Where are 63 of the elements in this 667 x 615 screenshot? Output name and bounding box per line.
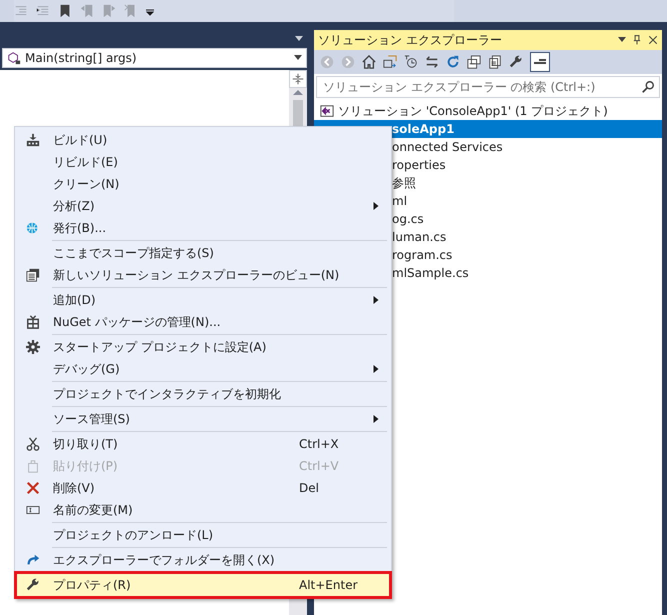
show-all-files-icon [488,55,502,69]
menu-item[interactable]: プロジェクトでインタラクティブを初期化 [17,383,389,405]
forward-icon [341,55,355,69]
panel-title: ソリューション エクスプローラー [318,32,502,48]
paste-icon [26,459,40,473]
menu-item[interactable]: 追加(D) [17,289,389,311]
menu-item[interactable]: 切り取り(T) Ctrl+X [17,433,389,455]
wrench-icon [509,55,523,69]
wrench-icon [26,578,40,592]
tree-item[interactable]: ソリューション 'ConsoleApp1' (1 プロジェクト) [314,102,662,120]
menu-item[interactable]: ここまでスコープ指定する(S) [17,242,389,264]
dropdown-arrow-icon [294,55,302,61]
member-dropdown[interactable]: Main(string[] args) [2,48,307,68]
menu-item[interactable]: NuGet パッケージの管理(N)... [17,311,389,333]
sync-view-icon [383,55,397,69]
search-icon [641,80,655,94]
home-icon [362,55,376,69]
package-icon [26,315,40,329]
refresh-icon [446,55,460,69]
bookmark-icon [58,4,72,18]
submenu-arrow-icon [371,365,381,373]
menu-item[interactable]: リビルド(E) [17,151,389,173]
close-icon [648,35,658,45]
back-icon [320,55,334,69]
submenu-arrow-icon [371,202,381,210]
submenu-arrow-icon [371,415,381,423]
method-icon [7,51,21,65]
build-icon [26,133,40,147]
delete-icon [26,481,40,495]
previous-bookmark-icon [80,4,94,18]
cut-icon [26,437,40,451]
menu-item[interactable]: 名前の変更(M) [17,499,389,521]
dropdown-arrow-icon [295,36,303,42]
indent-icon [36,4,50,18]
submenu-arrow-icon [371,296,381,304]
collapse-all-icon [467,55,481,69]
search-field[interactable]: ソリューション エクスプローラー の検索 (Ctrl+:) [316,76,660,98]
menu-item[interactable]: 削除(V) Del [17,477,389,499]
menu-item[interactable]: クリーン(N) [17,173,389,195]
menu-item[interactable]: スタートアップ プロジェクトに設定(A) [17,336,389,358]
splitter-icon [292,73,304,85]
preview-icon [530,52,550,72]
menu-item[interactable]: エクスプローラーでフォルダーを開く(X) [17,549,389,571]
menu-item[interactable]: プロジェクトのアンロード(L) [17,524,389,546]
dropdown-arrow-icon [618,37,626,43]
split-button[interactable] [289,70,307,88]
menu-item[interactable]: ソース管理(S) [17,408,389,430]
menu-item[interactable]: 発行(B)... [17,217,389,239]
next-bookmark-icon [102,4,116,18]
settings-icon [26,340,40,354]
menu-item[interactable]: デバッグ(G) [17,358,389,380]
menu-item[interactable]: プロパティ(R) Alt+Enter [17,574,389,596]
rename-icon [26,503,40,517]
pin-icon [632,34,642,46]
menu-item[interactable]: 分析(Z) [17,195,389,217]
solution-icon [320,104,334,118]
redo-arrow-icon [26,553,40,567]
outdent-icon [14,4,28,18]
window-list-icon [26,268,40,282]
swap-arrows-icon [425,55,439,69]
pending-changes-icon [404,55,418,69]
globe-icon [26,221,40,235]
menu-item[interactable]: 新しいソリューション エクスプローラーのビュー(N) [17,264,389,286]
